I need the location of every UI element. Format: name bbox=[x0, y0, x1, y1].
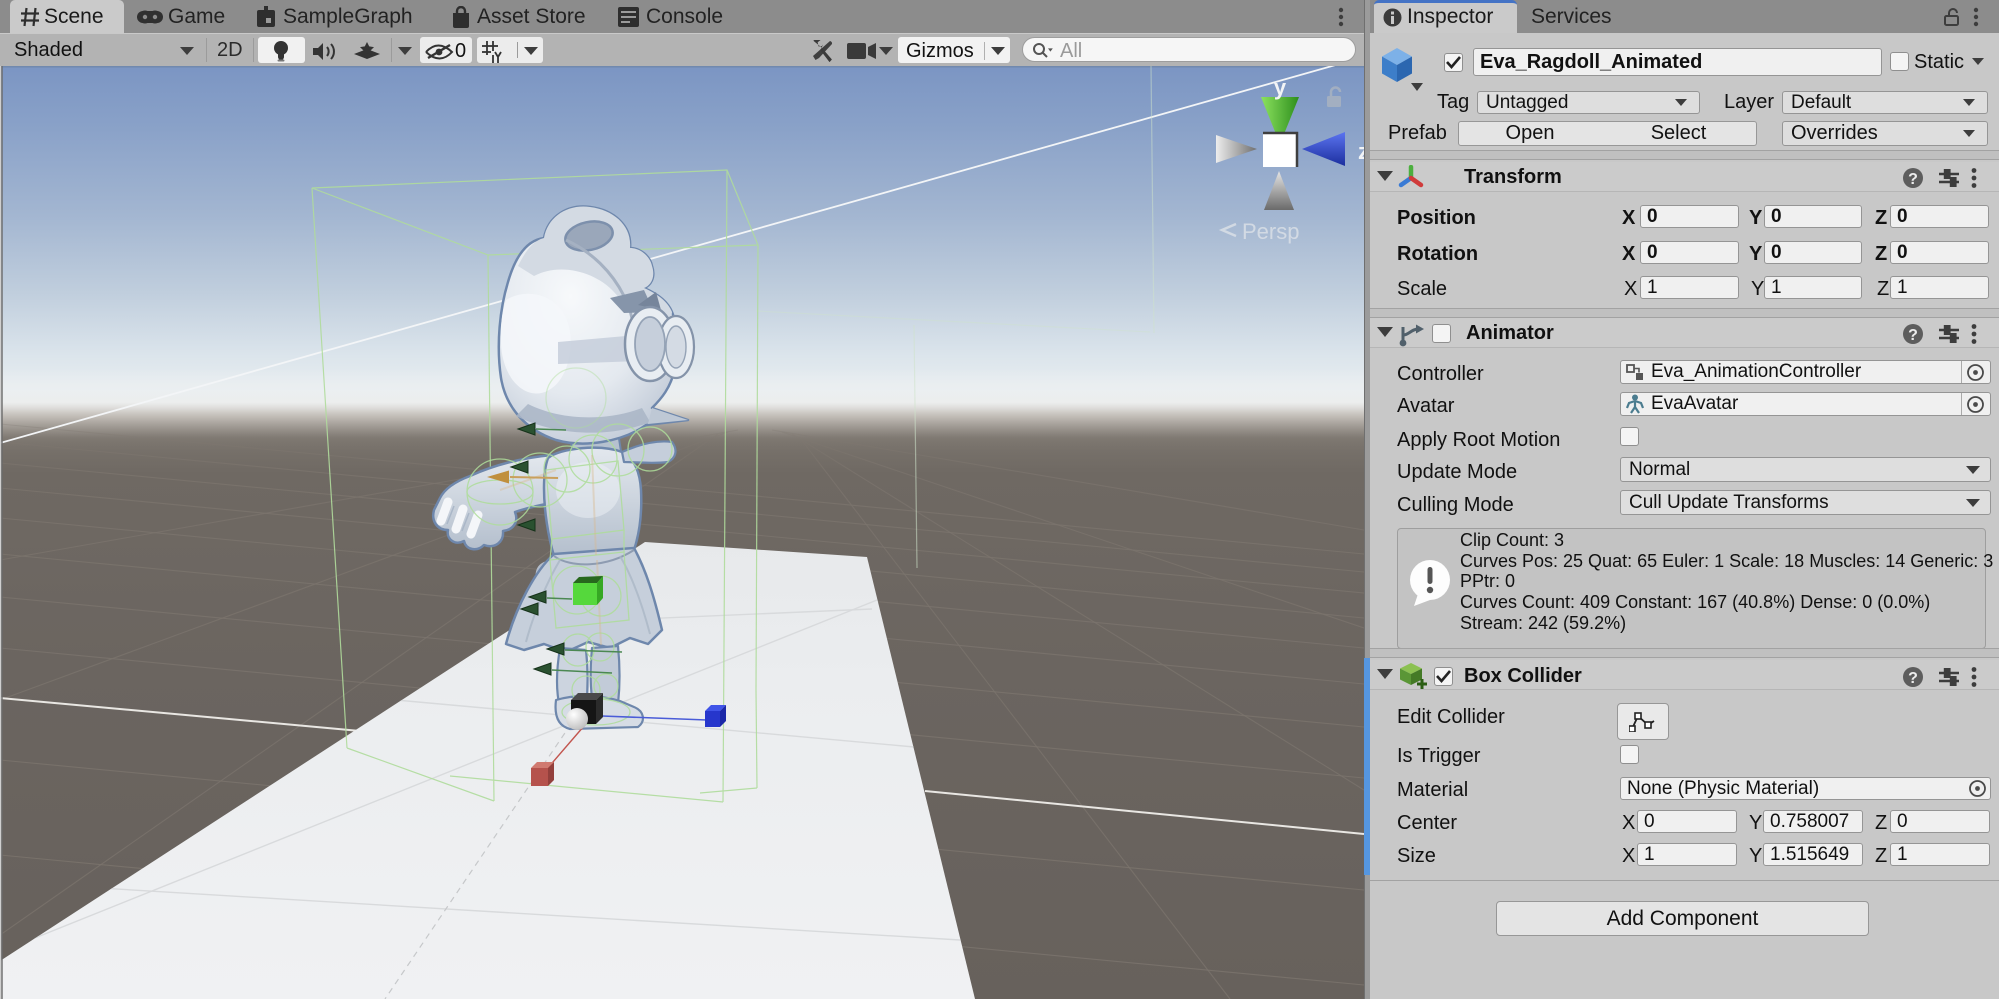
svg-text:?: ? bbox=[1908, 670, 1918, 687]
svg-text:y: y bbox=[1274, 75, 1287, 100]
svg-text:?: ? bbox=[1908, 171, 1918, 188]
svg-text:Persp: Persp bbox=[1242, 219, 1299, 244]
svg-text:?: ? bbox=[1908, 327, 1918, 344]
